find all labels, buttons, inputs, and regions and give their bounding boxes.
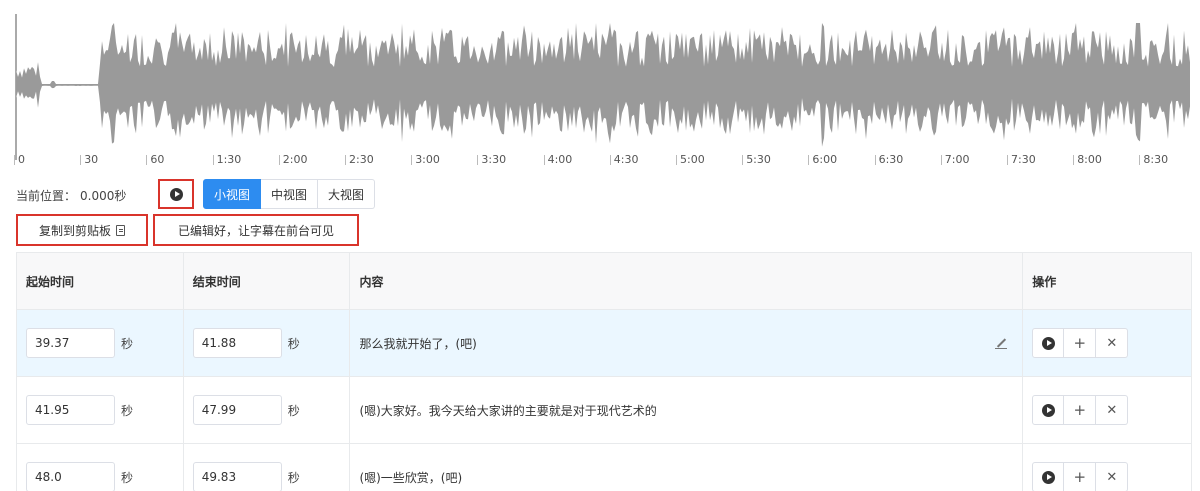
timeline-tick-label: 2:00 xyxy=(282,153,308,166)
row-play-button[interactable] xyxy=(1032,395,1065,425)
header-end-time: 结束时间 xyxy=(184,253,351,309)
header-content: 内容 xyxy=(350,253,1024,309)
seconds-unit: 秒 xyxy=(287,403,300,418)
timeline-tick-mark xyxy=(14,155,15,165)
large-view-button[interactable]: 大视图 xyxy=(318,179,376,209)
timeline-tick-mark xyxy=(477,155,479,165)
timeline-tick-label: 6:30 xyxy=(878,153,904,166)
start-time-input[interactable]: 48.0 xyxy=(26,462,115,491)
timeline-tick-mark xyxy=(874,155,876,165)
timeline-tick-label: 5:30 xyxy=(746,153,771,166)
seconds-unit: 秒 xyxy=(121,403,134,418)
timeline-tick-label: 7:30 xyxy=(1011,153,1036,166)
timeline-tick-mark xyxy=(940,155,942,165)
table-header: 起始时间 结束时间 内容 操作 xyxy=(17,253,1191,310)
waveform-panel[interactable]: 0 30 60 1:30 2:00 2:30 3:00 3:30 4:00 4:30 5:00 5:3… xyxy=(0,0,1200,172)
close-icon: ✕ xyxy=(1106,469,1118,485)
timeline-tick-label: 1:30 xyxy=(216,153,242,166)
row-play-button[interactable] xyxy=(1032,328,1065,358)
timeline-tick-label: 4:30 xyxy=(613,153,639,166)
small-view-button[interactable]: 小视图 xyxy=(203,179,262,209)
table-row: 48.0 秒 49.83 秒 (嗯)一些欣赏，(吧) + ✕ xyxy=(17,444,1191,491)
timeline-tick-mark xyxy=(80,155,82,165)
timeline-tick-mark xyxy=(609,155,611,165)
copy-button-label: 复制到剪贴板 xyxy=(38,223,111,238)
close-icon: ✕ xyxy=(1106,335,1118,351)
publish-subtitles-button[interactable]: 已编辑好，让字幕在前台可见 xyxy=(153,214,359,246)
actions-row: 复制到剪贴板 已编辑好，让字幕在前台可见 xyxy=(0,212,1200,248)
current-position-value: 0.000秒 xyxy=(80,189,127,203)
view-size-toggle: 小视图 中视图 大视图 xyxy=(203,179,376,209)
table-row: 41.95 秒 47.99 秒 (嗯)大家好。我今天给大家讲的主要就是对于现代艺术的… xyxy=(17,377,1191,444)
seconds-unit: 秒 xyxy=(121,336,134,351)
seconds-unit: 秒 xyxy=(287,336,300,351)
timeline-tick-mark xyxy=(411,155,413,165)
timeline-tick-mark xyxy=(345,155,346,165)
row-delete-button[interactable]: ✕ xyxy=(1096,395,1129,425)
subtitle-text[interactable]: (嗯)一些欣赏，(吧) xyxy=(359,469,1022,486)
subtitle-table: 起始时间 结束时间 内容 操作 39.37 秒 41.88 秒 那么我就开始了，(吧… xyxy=(16,252,1192,491)
play-icon xyxy=(1041,403,1055,417)
waveform[interactable] xyxy=(0,0,1200,172)
timeline-tick-label: 5:00 xyxy=(680,153,705,166)
timeline-tick-mark xyxy=(676,155,677,165)
clipboard-icon xyxy=(116,224,125,236)
timeline-tick-mark xyxy=(808,155,810,165)
play-icon xyxy=(1041,470,1055,484)
end-time-input[interactable]: 49.83 xyxy=(192,462,282,491)
medium-view-button[interactable]: 中视图 xyxy=(261,179,319,209)
timeline-tick-mark xyxy=(1073,155,1075,165)
timeline-tick-mark xyxy=(1007,155,1008,165)
end-time-input[interactable]: 47.99 xyxy=(192,395,282,425)
current-position-label: 当前位置： xyxy=(16,189,77,203)
timeline-tick-label: 0 xyxy=(18,153,25,166)
row-add-button[interactable]: + xyxy=(1064,462,1097,491)
timeline-tick-label: 3:00 xyxy=(415,153,440,166)
row-delete-button[interactable]: ✕ xyxy=(1096,462,1129,491)
timeline-tick-label: 60 xyxy=(150,153,165,166)
close-icon: ✕ xyxy=(1106,402,1118,418)
timeline-tick-label: 7:00 xyxy=(944,153,970,166)
copy-to-clipboard-button[interactable]: 复制到剪贴板 xyxy=(16,214,148,246)
subtitle-text[interactable]: 那么我就开始了，(吧) xyxy=(359,335,994,352)
start-time-input[interactable]: 41.95 xyxy=(26,395,115,425)
timeline-tick-mark xyxy=(146,155,148,165)
timeline-tick-label: 30 xyxy=(84,153,99,166)
row-add-button[interactable]: + xyxy=(1064,328,1097,358)
plus-icon: + xyxy=(1073,468,1087,486)
timeline-tick-mark xyxy=(543,155,545,165)
controls-row: 当前位置： 0.000秒 小视图 中视图 大视图 xyxy=(0,178,1200,212)
row-add-button[interactable]: + xyxy=(1064,395,1097,425)
timeline-tick-label: 2:30 xyxy=(349,153,374,166)
play-icon xyxy=(169,187,183,201)
timeline-tick-label: 8:00 xyxy=(1077,153,1102,166)
timeline-tick-mark xyxy=(742,155,744,165)
play-button[interactable] xyxy=(158,179,194,209)
timeline-tick-label: 6:00 xyxy=(812,153,838,166)
timeline-tick-label: 3:30 xyxy=(481,153,507,166)
end-time-input[interactable]: 41.88 xyxy=(192,328,282,358)
play-icon xyxy=(1041,336,1055,350)
timeline-tick-label: 4:00 xyxy=(547,153,573,166)
plus-icon: + xyxy=(1073,401,1087,419)
table-row: 39.37 秒 41.88 秒 那么我就开始了，(吧) + ✕ xyxy=(17,310,1191,377)
subtitle-text[interactable]: (嗯)大家好。我今天给大家讲的主要就是对于现代艺术的 xyxy=(359,402,1022,419)
timeline-tick-label: 8:30 xyxy=(1143,153,1169,166)
publish-button-label: 已编辑好，让字幕在前台可见 xyxy=(177,223,334,238)
edit-pencil-icon[interactable] xyxy=(994,336,1008,350)
row-play-button[interactable] xyxy=(1032,462,1065,491)
timeline-tick-mark xyxy=(1139,155,1141,165)
row-delete-button[interactable]: ✕ xyxy=(1096,328,1129,358)
header-start-time: 起始时间 xyxy=(17,253,184,309)
timeline-tick-mark xyxy=(212,155,214,165)
header-actions: 操作 xyxy=(1032,274,1057,289)
timeline-tick-mark xyxy=(278,155,280,165)
seconds-unit: 秒 xyxy=(287,470,300,485)
plus-icon: + xyxy=(1073,334,1087,352)
start-time-input[interactable]: 39.37 xyxy=(26,328,115,358)
seconds-unit: 秒 xyxy=(121,470,134,485)
